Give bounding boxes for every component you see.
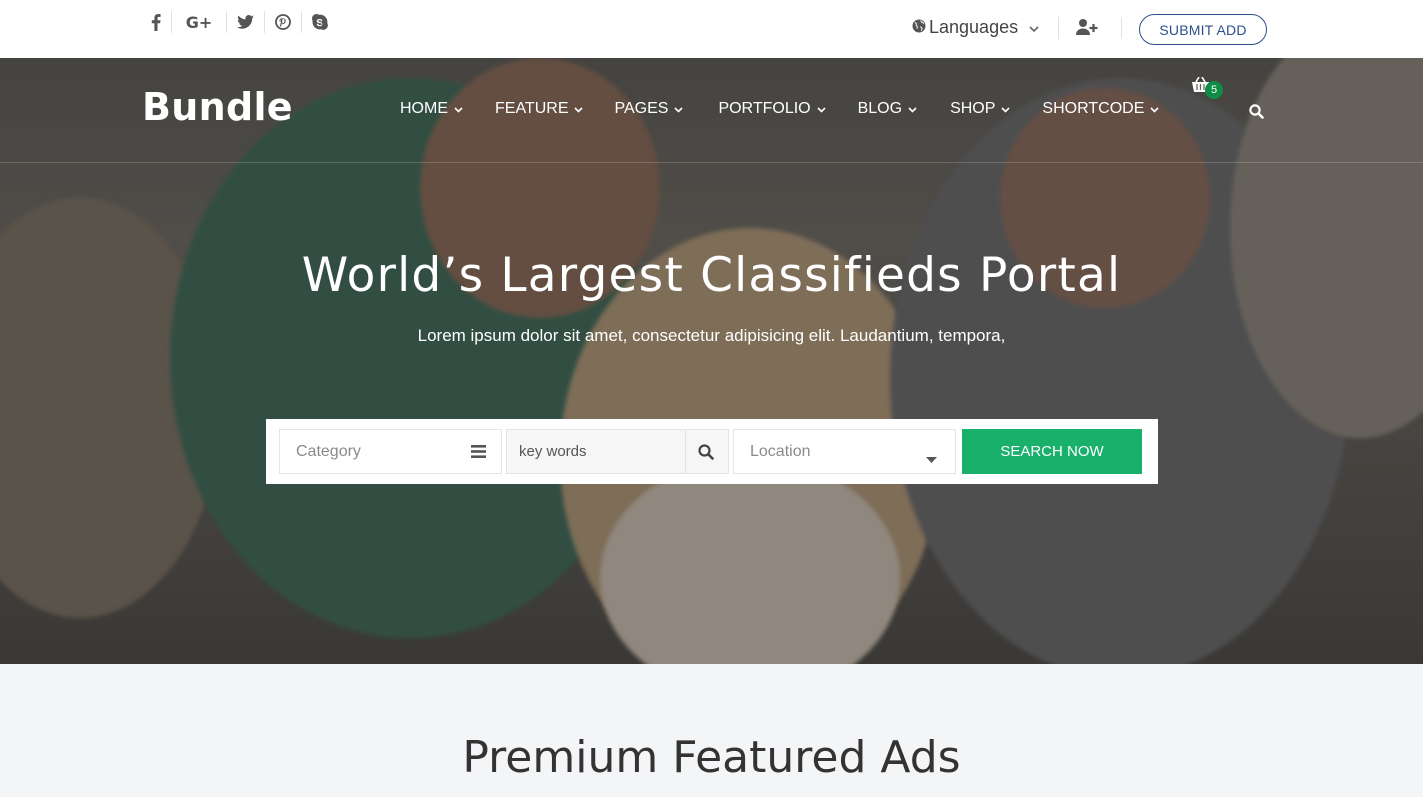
chevron-down-icon [1150,100,1159,118]
menu-item-label: FEATURE [495,100,569,117]
languages-dropdown[interactable]: Languages [912,17,1039,38]
cart-count-badge: 5 [1205,81,1223,99]
facebook-link[interactable] [141,11,172,33]
google-plus-icon: G+ [185,12,213,32]
nav-search-button[interactable] [1249,104,1264,124]
menu-item-portfolio[interactable]: PORTFOLIO [718,100,826,118]
menu-item-feature[interactable]: FEATURE [495,100,584,118]
menu-item-pages[interactable]: PAGES [614,100,684,118]
chevron-down-icon [574,100,584,118]
chevron-down-icon [674,100,684,118]
topbar-divider [1058,17,1059,39]
caret-down-icon [926,450,937,468]
chevron-down-icon [1001,100,1010,118]
search-icon [1249,104,1264,123]
keywords-placeholder: key words [519,443,587,460]
facebook-icon [151,13,161,31]
search-icon[interactable] [698,444,714,464]
input-divider [685,430,686,473]
hero-title: World’s Largest Classifieds Portal [301,248,1122,303]
user-plus-icon [1076,19,1098,40]
main-menu: HOME FEATURE PAGES PORTFOLIO BLOG SHOP S… [400,100,1159,118]
menu-item-label: SHORTCODE [1042,100,1145,117]
skype-link[interactable] [302,11,338,33]
menu-item-label: BLOG [857,100,903,117]
section-title: Premium Featured Ads [462,732,961,783]
chevron-down-icon [908,100,917,118]
keywords-input[interactable]: key words [506,429,729,474]
menu-item-shop[interactable]: SHOP [950,100,1010,118]
menu-bars-icon [471,445,486,463]
site-logo[interactable]: Bundle [142,85,293,129]
location-select[interactable]: Location [733,429,956,474]
menu-item-blog[interactable]: BLOG [858,100,917,118]
top-bar: G+ Languages SUBMIT ADD [0,0,1423,58]
submit-ad-button[interactable]: SUBMIT ADD [1139,14,1267,45]
topbar-divider [1121,17,1122,39]
menu-item-home[interactable]: HOME [400,100,463,118]
globe-icon [912,17,926,38]
twitter-link[interactable] [227,11,265,33]
menu-item-label: PAGES [614,100,669,117]
social-links: G+ [141,0,338,44]
main-navbar: Bundle HOME FEATURE PAGES PORTFOLIO BLOG [0,58,1423,163]
menu-item-label: PORTFOLIO [718,100,811,117]
chevron-down-icon [1029,17,1039,38]
menu-item-label: HOME [400,100,448,117]
languages-label: Languages [929,17,1019,37]
search-form: Category key words Location SEARCH NOW [266,419,1158,484]
hero-subtitle: Lorem ipsum dolor sit amet, consectetur … [417,326,1006,345]
hero-section: Bundle HOME FEATURE PAGES PORTFOLIO BLOG [0,58,1423,664]
chevron-down-icon [454,100,463,118]
skype-icon [312,14,328,30]
twitter-icon [237,15,254,29]
google-plus-link[interactable]: G+ [172,11,227,33]
chevron-down-icon [817,100,826,118]
register-button[interactable] [1076,18,1098,41]
menu-item-label: SHOP [950,100,996,117]
pinterest-link[interactable] [265,11,302,33]
search-now-button[interactable]: SEARCH NOW [962,429,1142,474]
location-placeholder: Location [750,442,811,460]
category-select[interactable]: Category [279,429,502,474]
menu-item-shortcode[interactable]: SHORTCODE [1042,100,1159,118]
category-placeholder: Category [296,442,361,460]
pinterest-icon [275,14,291,30]
